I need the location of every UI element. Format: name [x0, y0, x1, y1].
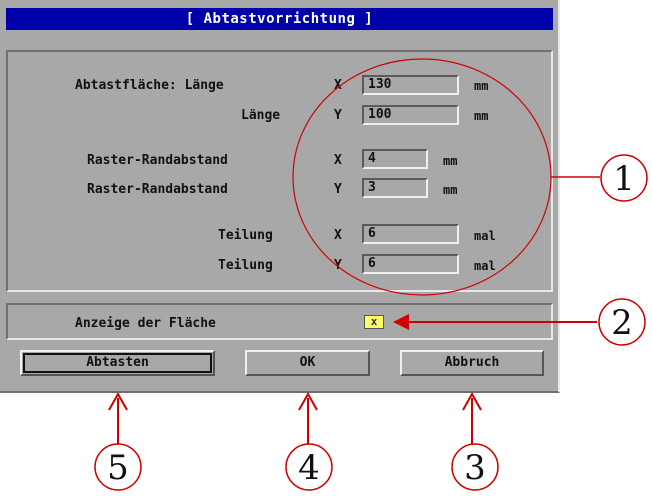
svg-text:1: 1	[613, 159, 635, 199]
callout-4: 4	[285, 443, 333, 491]
svg-text:4: 4	[298, 448, 320, 488]
callout-3: 3	[451, 443, 499, 491]
svg-text:3: 3	[464, 448, 486, 488]
callout-1: 1	[600, 154, 648, 202]
callout-5: 5	[94, 443, 142, 491]
svg-text:5: 5	[107, 448, 129, 488]
callout-2: 2	[598, 298, 646, 346]
arrowhead-2-icon	[393, 314, 409, 330]
annotation-overlay: 1 2 3 4 5	[94, 58, 648, 491]
highlight-ellipse	[292, 58, 552, 296]
svg-text:2: 2	[611, 303, 633, 343]
